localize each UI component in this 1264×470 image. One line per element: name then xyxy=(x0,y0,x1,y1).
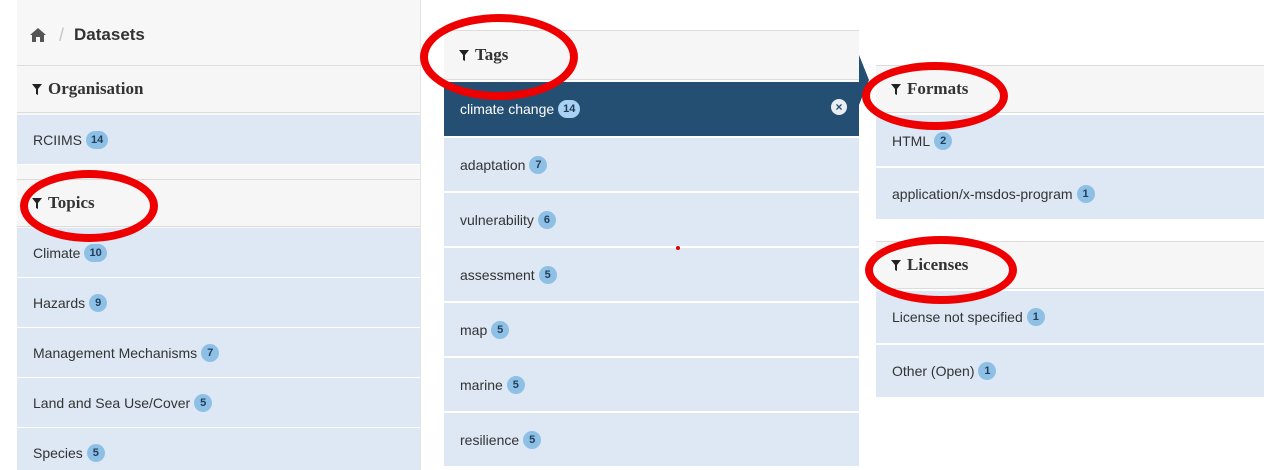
facet-count-badge: 5 xyxy=(538,265,557,284)
facet-count-badge: 5 xyxy=(194,393,213,412)
facet-count-badge: 10 xyxy=(84,243,107,262)
left-facet-panel: / Datasets Organisation RCIIMS 14 Topics… xyxy=(17,0,421,470)
facet-item-label: Management Mechanisms xyxy=(33,344,198,361)
filter-funnel-icon xyxy=(32,197,42,209)
facet-item-label: vulnerability xyxy=(460,211,534,228)
organisation-item[interactable]: RCIIMS 14 xyxy=(17,115,420,165)
facet-count-badge: 2 xyxy=(934,131,953,150)
breadcrumb-separator: / xyxy=(59,24,65,45)
tag-item[interactable]: adaptation 7 xyxy=(444,138,859,192)
facet-item-label: marine xyxy=(460,376,503,393)
tag-item[interactable]: assessment 5 xyxy=(444,248,859,302)
topic-item[interactable]: Species 5 xyxy=(17,428,420,470)
facet-item-label: resilience xyxy=(460,431,520,448)
tag-item[interactable]: marine 5 xyxy=(444,358,859,412)
licenses-heading-label: Licenses xyxy=(907,255,969,274)
facet-item-label: Species xyxy=(33,444,83,461)
tag-item[interactable]: vulnerability 6 xyxy=(444,193,859,247)
format-item[interactable]: application/x-msdos-program 1 xyxy=(876,168,1264,220)
format-item[interactable]: HTML 2 xyxy=(876,115,1264,167)
facet-count-badge: 9 xyxy=(89,293,108,312)
topics-facet-heading: Topics xyxy=(17,179,420,227)
tags-heading-label: Tags xyxy=(475,45,509,64)
home-icon[interactable] xyxy=(29,27,47,43)
filter-funnel-icon xyxy=(32,83,42,95)
right-facet-panel: Formats HTML 2 application/x-msdos-progr… xyxy=(876,0,1264,470)
active-tag-item[interactable]: climate change 14 × xyxy=(444,82,859,137)
facet-count-badge: 1 xyxy=(978,362,997,380)
organisation-facet-heading: Organisation xyxy=(17,65,420,113)
license-item[interactable]: License not specified 1 xyxy=(876,291,1264,344)
facet-count-badge: 5 xyxy=(86,443,105,462)
facet-item-label: application/x-msdos-program xyxy=(892,185,1073,202)
facet-item-label: climate change xyxy=(460,101,555,117)
breadcrumb: / Datasets xyxy=(29,20,145,50)
facet-item-label: License not specified xyxy=(892,309,1023,325)
facet-count-badge: 5 xyxy=(506,375,525,394)
breadcrumb-current[interactable]: Datasets xyxy=(74,25,145,45)
topic-item[interactable]: Management Mechanisms 7 xyxy=(17,328,420,378)
facet-item-label: assessment xyxy=(460,266,535,283)
topic-item[interactable]: Hazards 9 xyxy=(17,278,420,328)
facet-item-label: Land and Sea Use/Cover xyxy=(33,394,191,411)
facet-count-badge: 7 xyxy=(529,155,548,174)
facet-count-badge: 5 xyxy=(491,320,510,339)
formats-facet-heading: Formats xyxy=(876,65,1264,113)
tag-item[interactable]: map 5 xyxy=(444,303,859,357)
active-item-pointer xyxy=(859,55,869,105)
facet-count-badge: 6 xyxy=(537,210,556,229)
tag-item[interactable]: resilience 5 xyxy=(444,413,859,467)
topic-item[interactable]: Land and Sea Use/Cover 5 xyxy=(17,378,420,428)
tags-facet-panel: Tags climate change 14 × adaptation 7 vu… xyxy=(444,0,859,470)
facet-item-label: Climate xyxy=(33,244,81,261)
facet-item-label: Hazards xyxy=(33,294,86,311)
facet-item-label: Other (Open) xyxy=(892,363,975,379)
organisation-heading-label: Organisation xyxy=(48,79,144,98)
facet-item-label: adaptation xyxy=(460,156,526,173)
facet-item-label: RCIIMS xyxy=(33,131,82,148)
facet-count-badge: 14 xyxy=(558,100,581,118)
topic-item[interactable]: Climate 10 xyxy=(17,228,420,278)
filter-funnel-icon xyxy=(891,83,901,95)
facet-count-badge: 1 xyxy=(1026,308,1045,326)
annotation-dot xyxy=(676,246,680,250)
topics-heading-label: Topics xyxy=(48,193,95,212)
licenses-facet-heading: Licenses xyxy=(876,241,1264,289)
facet-count-badge: 7 xyxy=(201,343,220,362)
facet-item-label: map xyxy=(460,321,488,338)
license-item[interactable]: Other (Open) 1 xyxy=(876,345,1264,398)
facet-item-label: HTML xyxy=(892,132,931,149)
formats-heading-label: Formats xyxy=(907,79,969,98)
filter-funnel-icon xyxy=(891,259,901,271)
facet-count-badge: 1 xyxy=(1076,184,1095,203)
filter-funnel-icon xyxy=(459,49,469,61)
facet-count-badge: 5 xyxy=(523,430,542,449)
remove-filter-icon[interactable]: × xyxy=(831,99,847,115)
tags-facet-heading: Tags xyxy=(444,30,859,80)
facet-count-badge: 14 xyxy=(86,130,109,149)
